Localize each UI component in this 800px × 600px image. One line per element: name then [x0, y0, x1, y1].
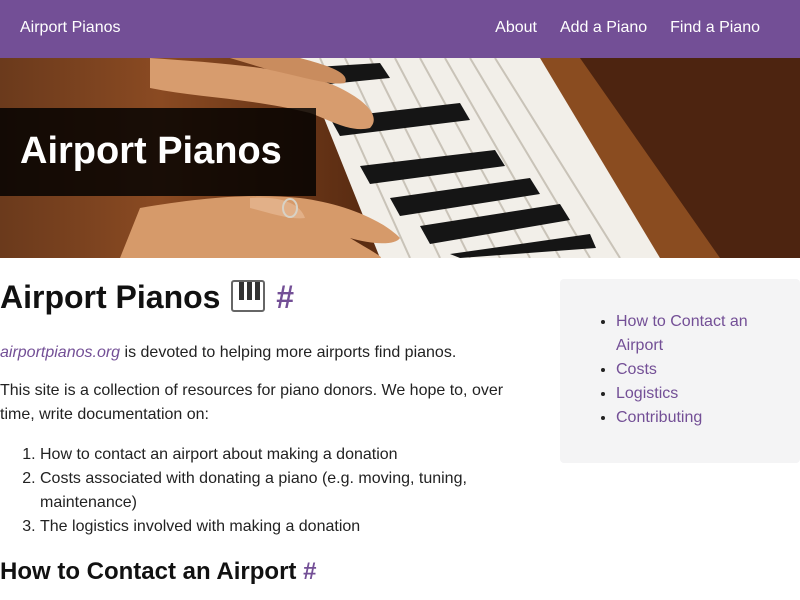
intro-paragraph: airportpianos.org is devoted to helping … [0, 341, 456, 365]
toc-link-contributing[interactable]: Contributing [616, 409, 702, 426]
section-anchor-link[interactable]: # [303, 558, 316, 585]
list-item: The logistics involved with making a don… [40, 515, 490, 539]
hero-title-box: Airport Pianos [0, 108, 316, 196]
hero-banner: Airport Pianos [0, 58, 800, 258]
nav-link-find-piano[interactable]: Find a Piano [670, 19, 760, 37]
hero-title: Airport Pianos [20, 130, 282, 172]
nav-link-add-piano[interactable]: Add a Piano [560, 19, 647, 37]
brand-link[interactable]: Airport Pianos [20, 19, 121, 37]
toc-item: How to Contact an Airport [616, 310, 786, 358]
toc-link-contact[interactable]: How to Contact an Airport [616, 313, 748, 354]
page-title-text: Airport Pianos [0, 279, 221, 315]
page-title: Airport Pianos # [0, 279, 294, 316]
toc-item: Costs [616, 358, 786, 382]
nav-links: About Add a Piano Find a Piano [495, 19, 760, 37]
toc-item: Contributing [616, 406, 786, 430]
list-item: How to contact an airport about making a… [40, 443, 490, 467]
goals-list: How to contact an airport about making a… [40, 443, 490, 539]
top-navbar: Airport Pianos About Add a Piano Find a … [0, 0, 800, 58]
nav-link-about[interactable]: About [495, 19, 537, 37]
table-of-contents: How to Contact an Airport Costs Logistic… [560, 279, 800, 463]
toc-list: How to Contact an Airport Costs Logistic… [616, 310, 786, 430]
section-heading-text: How to Contact an Airport [0, 558, 297, 585]
list-item: Costs associated with donating a piano (… [40, 467, 490, 515]
description-paragraph: This site is a collection of resources f… [0, 382, 504, 423]
page-title-anchor-link[interactable]: # [276, 279, 294, 315]
toc-link-costs[interactable]: Costs [616, 361, 657, 378]
piano-keyboard-icon [231, 280, 266, 312]
toc-link-logistics[interactable]: Logistics [616, 385, 678, 402]
intro-text: is devoted to helping more airports find… [120, 344, 457, 361]
section-heading-contact: How to Contact an Airport # [0, 558, 316, 586]
toc-item: Logistics [616, 382, 786, 406]
site-link[interactable]: airportpianos.org [0, 344, 120, 361]
